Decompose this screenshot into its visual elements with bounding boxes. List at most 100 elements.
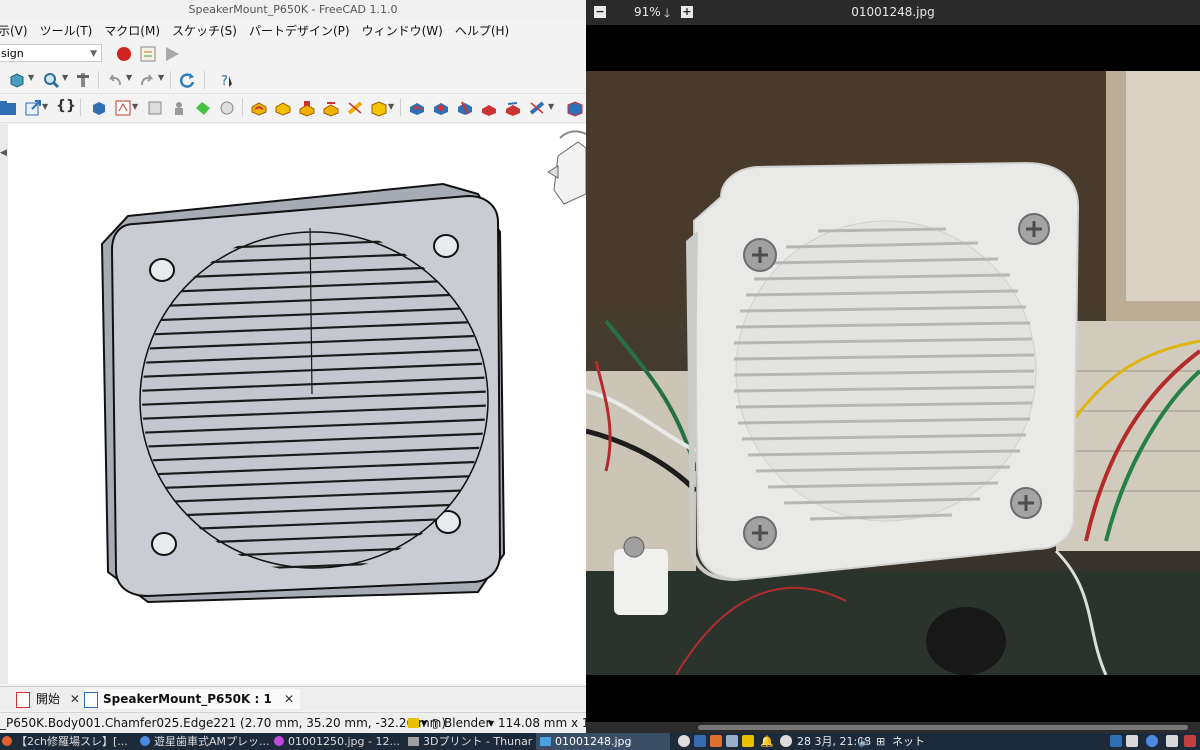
navigation-style[interactable]: Blender — [444, 713, 491, 733]
menu-tools[interactable]: ツール(T) — [40, 22, 105, 39]
tray-icon-a[interactable] — [678, 735, 690, 747]
workbench-label: sign — [1, 47, 24, 60]
menu-view[interactable]: 示(V) — [0, 22, 40, 39]
draw-style-icon[interactable] — [408, 718, 419, 728]
record-macro-button[interactable] — [114, 44, 134, 64]
chevron-left-icon[interactable]: ◀ — [0, 148, 7, 158]
subtractive-box-icon[interactable] — [566, 99, 584, 117]
pad-icon[interactable] — [250, 99, 268, 117]
chevron-down-icon[interactable]: ▼ — [126, 73, 132, 82]
task-file-manager[interactable]: 3Dプリント - Thunar — [406, 733, 534, 750]
menu-bar: 示(V) ツール(T) マクロ(M) スケッチ(S) パートデザイン(P) ウィ… — [0, 20, 586, 41]
task-label: 01001250.jpg - 12... — [288, 735, 400, 748]
close-icon[interactable]: ✕ — [70, 692, 80, 706]
separator — [80, 98, 81, 116]
freecad-tray-icon[interactable] — [1110, 735, 1122, 747]
export-icon[interactable] — [24, 99, 42, 117]
freecad-icon — [16, 692, 30, 708]
zoom-icon[interactable] — [42, 71, 60, 89]
network-icon[interactable]: ⊞ — [876, 733, 885, 750]
chevron-down-icon[interactable]: ▼ — [132, 102, 138, 111]
tray-icon-e[interactable] — [1126, 735, 1138, 747]
folder-icon[interactable] — [0, 99, 18, 117]
subtractive-helix-icon[interactable] — [528, 99, 546, 117]
svg-text:?: ? — [221, 74, 228, 89]
loft-icon[interactable] — [298, 99, 316, 117]
sub-shape-binder-icon[interactable] — [218, 99, 236, 117]
menu-sketch[interactable]: スケッチ(S) — [172, 22, 249, 39]
separator — [204, 71, 205, 89]
subtractive-loft-icon[interactable] — [480, 99, 498, 117]
navigation-cube[interactable] — [547, 130, 586, 205]
tray-icon-f[interactable] — [1146, 735, 1158, 747]
task-image-viewer-2[interactable]: 01001250.jpg - 12... — [272, 733, 404, 750]
chevron-down-icon[interactable]: ▼ — [62, 73, 68, 82]
subtractive-pipe-icon[interactable] — [504, 99, 522, 117]
measure-icon[interactable] — [74, 71, 92, 89]
menu-help[interactable]: ヘルプ(H) — [455, 22, 521, 39]
status-bar: _P650K.Body001.Chamfer025.Edge221 (2.70 … — [0, 712, 586, 733]
menu-macro[interactable]: マクロ(M) — [104, 22, 172, 39]
document-tabs: 開始 ✕ SpeakerMount_P650K : 1 ✕ — [0, 686, 586, 711]
chevron-down-icon[interactable]: ▼ — [488, 713, 494, 733]
volume-icon[interactable]: 🔈 — [858, 733, 872, 750]
dimension-info: 114.08 mm x 102 — [498, 716, 586, 730]
body-icon[interactable] — [90, 99, 108, 117]
separator — [242, 98, 243, 116]
redo-icon[interactable] — [138, 71, 156, 89]
tray-icon-h[interactable] — [1184, 735, 1196, 747]
task-browser-2[interactable]: 遊星歯車式AMプレッ... — [138, 733, 270, 750]
input-method-icon[interactable] — [710, 735, 722, 747]
clone-icon[interactable] — [170, 99, 188, 117]
revolution-icon[interactable] — [274, 99, 292, 117]
scrollbar-thumb[interactable] — [698, 725, 1188, 730]
chevron-down-icon[interactable]: ▼ — [28, 73, 34, 82]
workbench-selector[interactable]: sign ▼ — [0, 44, 102, 62]
taskbar: 【2ch修羅場スレ】[... 遊星歯車式AMプレッ... 01001250.jp… — [0, 733, 1200, 750]
speaker-photo[interactable] — [585, 71, 1200, 676]
bell-icon[interactable]: 🔔 — [760, 733, 774, 750]
chevron-down-icon[interactable]: ▼ — [421, 713, 427, 733]
close-icon[interactable]: ✕ — [284, 692, 294, 706]
chevron-down-icon[interactable]: ▼ — [548, 102, 554, 111]
task-browser-1[interactable]: 【2ch修羅場スレ】[... — [0, 733, 134, 750]
speaker-mount-model — [100, 130, 586, 604]
chevron-down-icon[interactable]: ▼ — [42, 102, 48, 111]
macro-editor-button[interactable] — [138, 44, 158, 64]
hole-icon[interactable] — [432, 99, 450, 117]
window-title: SpeakerMount_P650K - FreeCAD 1.1.0 — [0, 0, 586, 21]
additive-box-icon[interactable] — [370, 99, 388, 117]
chevron-down-icon[interactable]: ▼ — [388, 102, 394, 111]
refresh-icon[interactable] — [178, 71, 196, 89]
groove-icon[interactable] — [456, 99, 474, 117]
undo-icon[interactable] — [106, 71, 124, 89]
tray-icon-d[interactable] — [742, 735, 754, 747]
tray-icon-c[interactable] — [726, 735, 738, 747]
selection-info: _P650K.Body001.Chamfer025.Edge221 (2.70 … — [0, 716, 446, 730]
pipe-icon[interactable] — [322, 99, 340, 117]
shape-binder-icon[interactable] — [194, 99, 212, 117]
task-image-viewer-active[interactable]: 01001248.jpg — [536, 733, 670, 750]
tab-document-label: SpeakerMount_P650K : 1 — [103, 692, 272, 706]
sketch-icon[interactable] — [114, 99, 132, 117]
3d-viewport[interactable] — [8, 124, 586, 684]
run-macro-button[interactable] — [162, 44, 182, 64]
validate-sketch-icon[interactable] — [146, 99, 164, 117]
tab-start[interactable]: 開始 ✕ — [16, 689, 80, 709]
tray-icon-b[interactable] — [694, 735, 706, 747]
menu-partdesign[interactable]: パートデザイン(P) — [249, 22, 362, 39]
view-box-icon[interactable] — [8, 71, 26, 89]
task-label: 3Dプリント - Thunar — [423, 735, 533, 748]
record-icon — [117, 47, 131, 61]
menu-window[interactable]: ウィンドウ(W) — [362, 22, 455, 39]
chevron-down-icon: ▼ — [90, 49, 97, 59]
chevron-down-icon[interactable]: ▼ — [158, 73, 164, 82]
viewer-scrollbar[interactable] — [586, 722, 1200, 733]
tab-document[interactable]: SpeakerMount_P650K : 1 ✕ — [84, 689, 301, 709]
pocket-icon[interactable] — [408, 99, 426, 117]
whats-this-icon[interactable]: ? — [218, 71, 236, 89]
browser-icon — [140, 736, 150, 746]
expression-icon[interactable]: {} — [56, 98, 76, 114]
tray-icon-g[interactable] — [1166, 735, 1178, 747]
helix-icon[interactable] — [346, 99, 364, 117]
